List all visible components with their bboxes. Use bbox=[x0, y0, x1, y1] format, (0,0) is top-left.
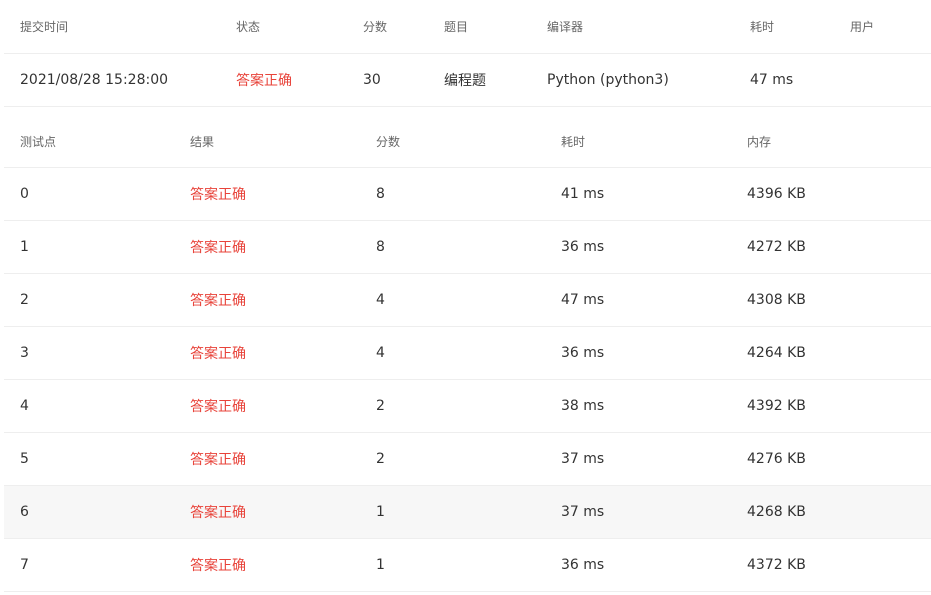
case-result: 答案正确 bbox=[190, 240, 246, 256]
header-duration: 耗时 bbox=[750, 19, 775, 34]
case-score: 1 bbox=[376, 557, 385, 573]
case-id: 4 bbox=[20, 398, 29, 414]
case-result: 答案正确 bbox=[190, 558, 246, 574]
submission-header-row: 提交时间 状态 分数 题目 编译器 耗时 用户 bbox=[4, 0, 931, 53]
table-row: 1 答案正确 8 36 ms 4272 KB bbox=[4, 221, 931, 274]
case-duration: 37 ms bbox=[561, 451, 605, 467]
status-badge: 答案正确 bbox=[236, 72, 292, 89]
case-id: 3 bbox=[20, 345, 29, 361]
header-problem: 题目 bbox=[444, 19, 469, 34]
user-name[interactable] bbox=[850, 53, 931, 106]
case-duration: 36 ms bbox=[561, 557, 605, 573]
header-case-score: 分数 bbox=[376, 135, 401, 150]
case-id: 7 bbox=[20, 557, 29, 573]
table-row: 6 答案正确 1 37 ms 4268 KB bbox=[4, 485, 931, 539]
case-duration: 47 ms bbox=[561, 292, 605, 308]
table-row: 4 答案正确 2 38 ms 4392 KB bbox=[4, 380, 931, 433]
table-row: 3 答案正确 4 36 ms 4264 KB bbox=[4, 327, 931, 380]
case-duration: 37 ms bbox=[561, 504, 605, 520]
case-memory: 4268 KB bbox=[747, 504, 806, 520]
case-duration: 38 ms bbox=[561, 398, 605, 414]
case-memory: 4392 KB bbox=[747, 398, 806, 414]
case-memory: 4396 KB bbox=[747, 186, 806, 202]
case-result: 答案正确 bbox=[190, 452, 246, 468]
case-result: 答案正确 bbox=[190, 346, 246, 362]
case-memory: 4264 KB bbox=[747, 345, 806, 361]
case-score: 2 bbox=[376, 398, 385, 414]
problem-type: 编程题 bbox=[444, 72, 486, 89]
submission-row: 2021/08/28 15:28:00 答案正确 30 编程题 Python (… bbox=[4, 53, 931, 106]
compiler-name: Python (python3) bbox=[547, 71, 669, 88]
test-case-table: 测试点 结果 分数 耗时 内存 0 答案正确 8 41 ms 4396 KB 1… bbox=[4, 107, 931, 593]
table-row: 0 答案正确 8 41 ms 4396 KB bbox=[4, 168, 931, 221]
header-status: 状态 bbox=[236, 19, 261, 34]
case-result: 答案正确 bbox=[190, 293, 246, 309]
case-duration: 41 ms bbox=[561, 186, 605, 202]
case-duration: 36 ms bbox=[561, 345, 605, 361]
case-id: 1 bbox=[20, 239, 29, 255]
case-duration: 36 ms bbox=[561, 239, 605, 255]
case-score: 4 bbox=[376, 345, 385, 361]
header-submit-time: 提交时间 bbox=[20, 19, 69, 34]
case-score: 1 bbox=[376, 504, 385, 520]
header-result: 结果 bbox=[190, 135, 215, 150]
case-header-row: 测试点 结果 分数 耗时 内存 bbox=[4, 107, 931, 168]
submission-table: 提交时间 状态 分数 题目 编译器 耗时 用户 2021/08/28 15:28… bbox=[4, 0, 931, 107]
header-memory: 内存 bbox=[747, 135, 772, 150]
case-memory: 4272 KB bbox=[747, 239, 806, 255]
header-score: 分数 bbox=[363, 19, 388, 34]
case-score: 8 bbox=[376, 239, 385, 255]
case-score: 8 bbox=[376, 186, 385, 202]
case-id: 6 bbox=[20, 504, 29, 520]
case-result: 答案正确 bbox=[190, 399, 246, 415]
case-id: 2 bbox=[20, 292, 29, 308]
case-result: 答案正确 bbox=[190, 505, 246, 521]
table-row: 7 答案正确 1 36 ms 4372 KB bbox=[4, 539, 931, 592]
case-result: 答案正确 bbox=[190, 187, 246, 203]
header-user: 用户 bbox=[850, 19, 875, 34]
header-test-case: 测试点 bbox=[20, 135, 57, 150]
case-id: 5 bbox=[20, 451, 29, 467]
total-score: 30 bbox=[363, 71, 381, 88]
table-row: 5 答案正确 2 37 ms 4276 KB bbox=[4, 433, 931, 486]
judge-result-panel: 提交时间 状态 分数 题目 编译器 耗时 用户 2021/08/28 15:28… bbox=[0, 0, 931, 595]
case-score: 4 bbox=[376, 292, 385, 308]
case-score: 2 bbox=[376, 451, 385, 467]
total-duration: 47 ms bbox=[750, 71, 794, 88]
case-memory: 4276 KB bbox=[747, 451, 806, 467]
submit-time: 2021/08/28 15:28:00 bbox=[20, 71, 169, 88]
case-memory: 4372 KB bbox=[747, 557, 806, 573]
header-compiler: 编译器 bbox=[547, 19, 584, 34]
table-row: 2 答案正确 4 47 ms 4308 KB bbox=[4, 274, 931, 327]
header-case-duration: 耗时 bbox=[561, 135, 586, 150]
case-memory: 4308 KB bbox=[747, 292, 806, 308]
case-id: 0 bbox=[20, 186, 29, 202]
